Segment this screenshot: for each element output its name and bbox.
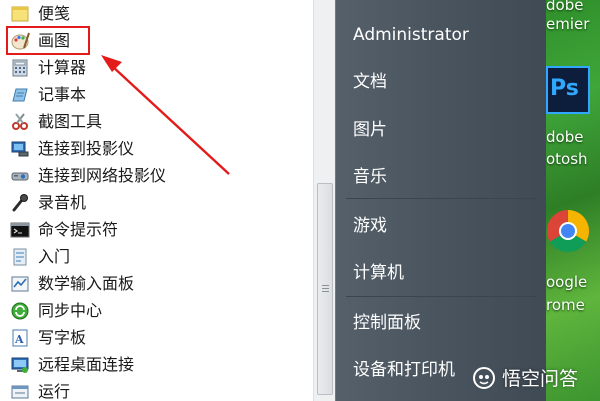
snipping-tool-icon [12, 113, 28, 130]
list-item-label: 便笺 [38, 4, 71, 23]
list-item-sync-center[interactable]: 同步中心 [0, 299, 300, 323]
sync-icon [11, 302, 29, 320]
list-item-math-input[interactable]: 数学输入面板 [0, 272, 300, 296]
list-item-network-projector[interactable]: 连接到网络投影仪 [0, 164, 300, 188]
list-item-label: 数学输入面板 [38, 274, 135, 293]
start-menu-right-pane: Administrator 文档 图片 音乐 游戏 计算机 控制面板 设备和打印… [335, 0, 546, 401]
list-item-command-prompt[interactable]: 命令提示符 [0, 218, 300, 242]
math-input-icon [11, 276, 29, 292]
chrome-icon[interactable] [546, 206, 596, 256]
microphone-icon [12, 194, 28, 212]
separator [346, 198, 536, 199]
list-item-wordpad[interactable]: A 写字板 [0, 326, 300, 350]
list-item-label: 连接到投影仪 [38, 139, 135, 158]
notes-icon [11, 6, 29, 22]
right-item-administrator[interactable]: Administrator [353, 24, 469, 46]
remote-desktop-icon [11, 357, 29, 373]
calculator-icon [12, 59, 28, 77]
right-item-music[interactable]: 音乐 [353, 166, 387, 188]
right-item-pictures[interactable]: 图片 [353, 119, 387, 141]
network-projector-icon [11, 172, 29, 181]
list-item-label: 截图工具 [38, 112, 103, 131]
svg-text:A: A [14, 333, 24, 346]
list-item-snipping-tool[interactable]: 截图工具 [0, 110, 300, 134]
list-item-projector[interactable]: 连接到投影仪 [0, 137, 300, 161]
list-item-run[interactable]: 运行 [0, 380, 300, 401]
list-item-label: 同步中心 [38, 301, 103, 320]
desktop-icon-label[interactable]: rome [546, 296, 585, 314]
list-item-label: 入门 [38, 247, 71, 266]
right-item-computer[interactable]: 计算机 [353, 262, 404, 284]
wordpad-icon: A [12, 329, 28, 347]
separator [346, 296, 536, 297]
desktop-background: dobe emier Ps dobe otosh oogle rome [546, 0, 600, 401]
projector-icon [11, 141, 29, 157]
watermark-text: 悟空问答 [502, 368, 579, 390]
run-icon [11, 385, 29, 399]
desktop-icon-label[interactable]: emier [546, 15, 589, 33]
list-item-label: 运行 [38, 382, 71, 401]
right-item-documents[interactable]: 文档 [353, 71, 387, 93]
watermark: 悟空问答 [472, 364, 578, 391]
list-item-label: 写字板 [38, 328, 87, 347]
list-item-getting-started[interactable]: 入门 [0, 245, 300, 269]
list-item-label: 命令提示符 [38, 220, 119, 239]
desktop-icon-label[interactable]: oogle [546, 273, 587, 291]
list-item-label: 录音机 [38, 193, 87, 212]
list-item-sound-recorder[interactable]: 录音机 [0, 191, 300, 215]
scroll-grip [322, 285, 329, 293]
list-item-notes[interactable]: 便笺 [0, 2, 300, 26]
highlight-box [6, 26, 90, 55]
desktop-icon-label[interactable]: otosh [546, 150, 588, 168]
getting-started-icon [13, 248, 27, 266]
photoshop-icon[interactable]: Ps [546, 66, 590, 114]
list-item-remote-desktop[interactable]: 远程桌面连接 [0, 353, 300, 377]
list-item-label: 计算器 [38, 58, 87, 77]
program-list: 便笺 画图 计算器 记事本 截图工具 连接到投影仪 连接到网络投影仪 录音机 命… [0, 0, 313, 401]
list-item-calculator[interactable]: 计算器 [0, 56, 300, 80]
list-item-label: 远程桌面连接 [38, 355, 135, 374]
right-item-control-panel[interactable]: 控制面板 [353, 312, 421, 334]
scroll-thumb[interactable] [317, 183, 333, 395]
right-item-devices-printers[interactable]: 设备和打印机 [353, 359, 455, 381]
desktop-icon-label[interactable]: dobe [546, 128, 583, 146]
command-prompt-icon [10, 222, 30, 238]
wukong-logo-icon [473, 366, 495, 389]
notepad-icon [12, 88, 28, 102]
right-item-games[interactable]: 游戏 [353, 215, 387, 237]
desktop-icon-label[interactable]: dobe [546, 0, 583, 14]
list-item-label: 记事本 [38, 85, 87, 104]
list-item-label: 连接到网络投影仪 [38, 166, 167, 185]
list-item-notepad[interactable]: 记事本 [0, 83, 300, 107]
scrollbar[interactable] [313, 0, 335, 401]
